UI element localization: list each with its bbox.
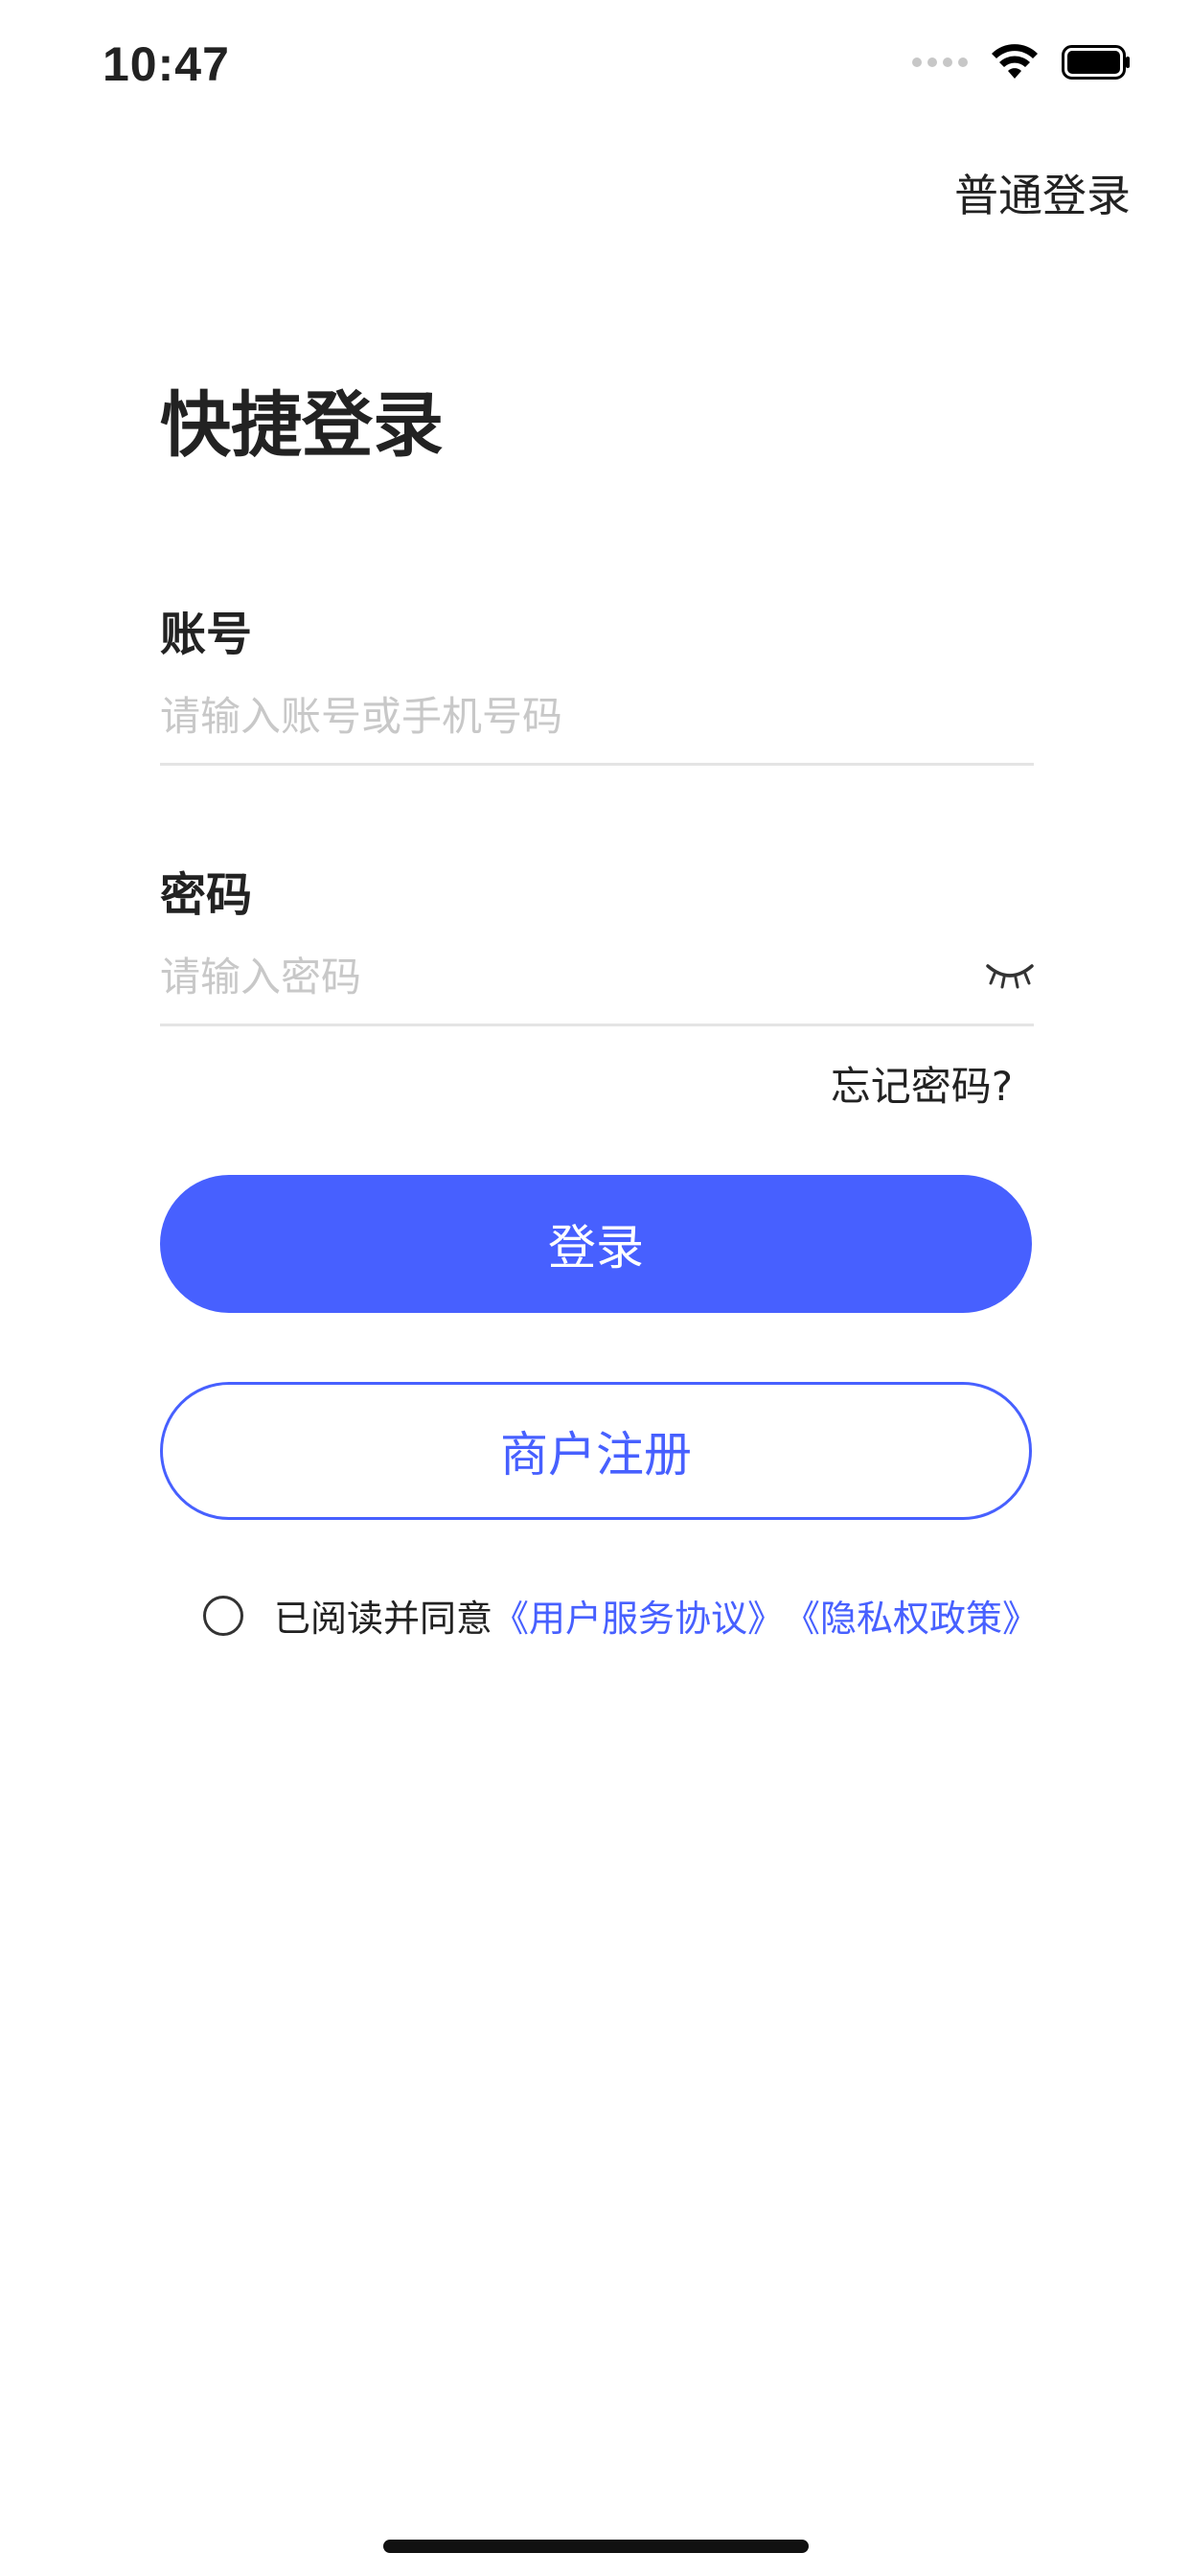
login-screen: 10:47 普通登录 快捷登录 账号 密码 忘记密码? 登录 商户注	[0, 0, 1190, 2576]
home-indicator[interactable]	[383, 2540, 809, 2553]
password-label: 密码	[160, 868, 253, 922]
account-input[interactable]	[160, 682, 1034, 749]
password-divider	[160, 1024, 1034, 1026]
agreement-checkbox[interactable]	[203, 1595, 243, 1636]
privacy-policy-link[interactable]: 《隐私权政策》	[784, 1589, 1039, 1642]
account-divider	[160, 763, 1034, 766]
password-input[interactable]	[160, 943, 965, 1010]
status-time: 10:47	[103, 37, 230, 91]
eye-closed-icon[interactable]	[985, 958, 1035, 993]
normal-login-link[interactable]: 普通登录	[954, 161, 1131, 224]
battery-icon	[1062, 45, 1130, 80]
merchant-register-button[interactable]: 商户注册	[160, 1382, 1032, 1520]
status-icons	[912, 44, 1131, 80]
login-button[interactable]: 登录	[160, 1175, 1032, 1313]
forgot-password-link[interactable]: 忘记密码?	[831, 1054, 1013, 1113]
agreement-prefix: 已阅读并同意	[274, 1598, 493, 1640]
wifi-icon	[992, 44, 1038, 79]
cellular-signal-icon	[912, 58, 968, 67]
account-label: 账号	[160, 608, 253, 661]
agreement-row: 已阅读并同意 《用户服务协议》 《隐私权政策》	[203, 1589, 1039, 1642]
user-agreement-link[interactable]: 《用户服务协议》	[492, 1589, 784, 1642]
page-title: 快捷登录	[160, 384, 444, 467]
